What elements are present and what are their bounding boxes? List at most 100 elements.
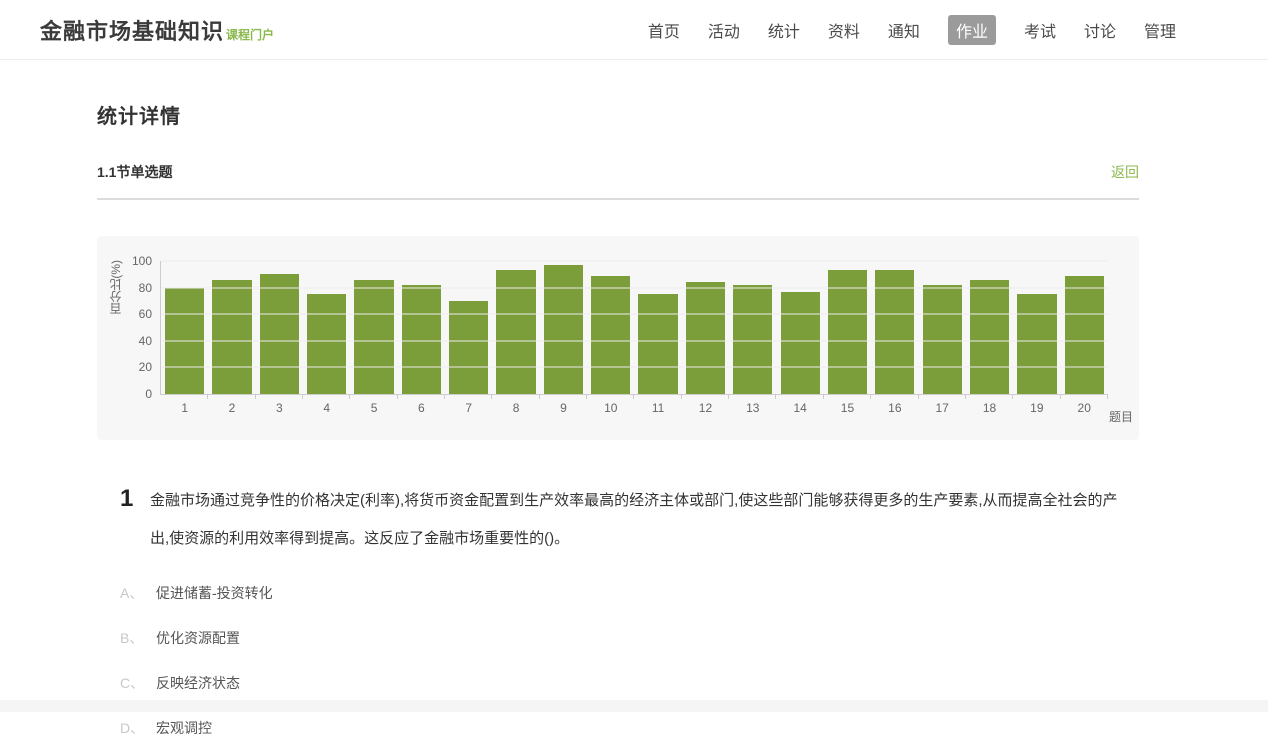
main-nav: 首页活动统计资料通知作业考试讨论管理	[648, 15, 1176, 45]
bar-slot-15: 15	[824, 261, 871, 394]
gridline-40	[161, 340, 1108, 341]
bar-slot-13: 13	[729, 261, 776, 394]
bar-slot-3: 3	[256, 261, 303, 394]
question-block: 1 金融市场通过竞争性的价格决定(利率),将货币资金配置到生产效率最高的经济主体…	[97, 482, 1139, 558]
y-tick-label-20: 20	[139, 361, 152, 373]
x-tick-label-6: 6	[418, 402, 425, 414]
course-portal-link[interactable]: 课程门户	[226, 26, 274, 43]
gridline-100	[161, 261, 1108, 262]
y-tick-label-80: 80	[139, 282, 152, 294]
bar-slot-16: 16	[871, 261, 918, 394]
nav-item-notices[interactable]: 通知	[888, 15, 920, 45]
bar-question-15[interactable]	[828, 270, 867, 394]
bar-question-5[interactable]	[354, 280, 393, 394]
gridline-20	[161, 367, 1108, 368]
option-letter-B: B、	[120, 628, 156, 648]
bar-question-14[interactable]	[781, 292, 820, 394]
bar-question-20[interactable]	[1065, 276, 1104, 394]
options-list: A、促进储蓄-投资转化 B、优化资源配置 C、反映经济状态 D、宏观调控	[97, 583, 1139, 738]
gridline-80	[161, 287, 1108, 288]
option-letter-D: D、	[120, 718, 156, 738]
y-tick-label-40: 40	[139, 335, 152, 347]
option-letter-A: A、	[120, 583, 156, 603]
gridline-60	[161, 314, 1108, 315]
option-text-C: 反映经济状态	[156, 673, 240, 693]
bar-slot-17: 17	[919, 261, 966, 394]
bar-question-11[interactable]	[638, 294, 677, 394]
question-number: 1	[120, 482, 150, 558]
x-tick-label-2: 2	[229, 402, 236, 414]
nav-item-statistics[interactable]: 统计	[768, 15, 800, 45]
x-tick-label-8: 8	[513, 402, 520, 414]
x-axis-label: 题目	[1109, 408, 1133, 425]
chart-bars: 1234567891011121314151617181920	[161, 261, 1108, 394]
bar-question-8[interactable]	[496, 270, 535, 394]
chart-plot: 1234567891011121314151617181920 02040608…	[160, 261, 1108, 395]
bar-question-3[interactable]	[260, 274, 299, 394]
nav-item-admin[interactable]: 管理	[1144, 15, 1176, 45]
x-tick-label-7: 7	[465, 402, 472, 414]
course-title: 金融市场基础知识	[40, 14, 224, 46]
bar-slot-10: 10	[587, 261, 634, 394]
bar-question-2[interactable]	[212, 280, 251, 394]
bar-slot-8: 8	[492, 261, 539, 394]
nav-item-home[interactable]: 首页	[648, 15, 680, 45]
bar-slot-4: 4	[303, 261, 350, 394]
bar-slot-14: 14	[776, 261, 823, 394]
x-tick-label-12: 12	[699, 402, 712, 414]
option-A: A、促进储蓄-投资转化	[120, 583, 1139, 603]
option-text-A: 促进储蓄-投资转化	[156, 583, 273, 603]
x-tick-label-10: 10	[604, 402, 617, 414]
nav-item-materials[interactable]: 资料	[828, 15, 860, 45]
x-tick-label-20: 20	[1078, 402, 1091, 414]
bar-slot-20: 20	[1061, 261, 1108, 394]
x-tick-label-19: 19	[1030, 402, 1043, 414]
bar-slot-18: 18	[966, 261, 1013, 394]
bar-slot-2: 2	[208, 261, 255, 394]
nav-item-exams[interactable]: 考试	[1024, 15, 1056, 45]
page-title: 统计详情	[97, 100, 1139, 129]
top-header: 金融市场基础知识 课程门户 首页活动统计资料通知作业考试讨论管理	[0, 0, 1268, 60]
score-chart: 百分比(%) 1234567891011121314151617181920 0…	[97, 236, 1139, 440]
y-tick-label-60: 60	[139, 308, 152, 320]
nav-item-homework[interactable]: 作业	[948, 15, 996, 45]
bar-slot-6: 6	[398, 261, 445, 394]
option-text-B: 优化资源配置	[156, 628, 240, 648]
bar-question-10[interactable]	[591, 276, 630, 394]
bar-question-9[interactable]	[544, 265, 583, 394]
x-tick-label-11: 11	[652, 402, 664, 414]
x-tick-label-9: 9	[560, 402, 567, 414]
bar-question-16[interactable]	[875, 270, 914, 394]
bar-question-18[interactable]	[970, 280, 1009, 394]
bar-question-19[interactable]	[1017, 294, 1056, 394]
bar-slot-1: 1	[161, 261, 208, 394]
x-tick-label-1: 1	[181, 402, 188, 414]
bar-slot-5: 5	[350, 261, 397, 394]
x-tick-label-17: 17	[935, 402, 948, 414]
option-D: D、宏观调控	[120, 718, 1139, 738]
next-section-edge	[0, 700, 1268, 712]
x-tick-label-18: 18	[983, 402, 996, 414]
main-content: 统计详情 1.1节单选题 返回 百分比(%) 12345678910111213…	[97, 100, 1139, 738]
x-tick-label-13: 13	[746, 402, 759, 414]
bar-slot-12: 12	[682, 261, 729, 394]
option-text-D: 宏观调控	[156, 718, 212, 738]
y-axis-label: 百分比(%)	[107, 260, 124, 315]
brand[interactable]: 金融市场基础知识 课程门户	[40, 14, 274, 46]
bar-slot-9: 9	[540, 261, 587, 394]
bar-question-4[interactable]	[307, 294, 346, 394]
bar-question-7[interactable]	[449, 301, 488, 394]
bar-slot-19: 19	[1013, 261, 1060, 394]
nav-item-discussion[interactable]: 讨论	[1084, 15, 1116, 45]
x-tick-label-16: 16	[888, 402, 901, 414]
x-tick-label-14: 14	[793, 402, 806, 414]
nav-item-activity[interactable]: 活动	[708, 15, 740, 45]
bar-question-12[interactable]	[686, 282, 725, 394]
y-tick-label-0: 0	[145, 388, 152, 400]
bar-slot-7: 7	[445, 261, 492, 394]
option-B: B、优化资源配置	[120, 628, 1139, 648]
section-title: 1.1节单选题	[97, 162, 172, 182]
option-letter-C: C、	[120, 673, 156, 693]
section-header: 1.1节单选题 返回	[97, 162, 1139, 182]
back-link[interactable]: 返回	[1111, 162, 1139, 182]
